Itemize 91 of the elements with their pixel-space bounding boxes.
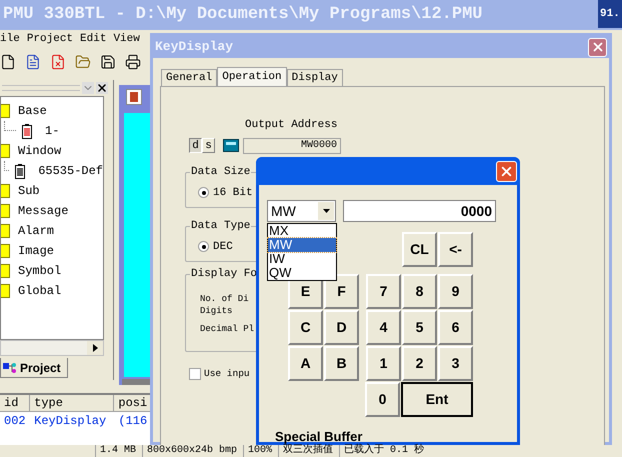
keypad-key[interactable]: A <box>288 346 323 381</box>
field-label: No. of Di <box>200 292 249 304</box>
tree-item[interactable]: Global <box>18 282 62 300</box>
app-icon <box>126 89 142 105</box>
tree-item[interactable]: Message <box>18 202 68 220</box>
window-title: PMU 330BTL - D:\My Documents\My Programs\12.PMU <box>3 4 482 26</box>
table-cell-text: 002 <box>3 413 27 430</box>
value-display: 0000 <box>343 200 496 222</box>
field-label: Digits <box>200 304 232 316</box>
panel-tab[interactable]: Project <box>0 358 68 378</box>
delete-file-icon[interactable] <box>50 54 66 70</box>
folder-icon <box>1 224 10 238</box>
dropdown-option[interactable]: IW <box>268 252 336 266</box>
tree-connector <box>4 121 16 131</box>
mode-toggle[interactable]: s <box>202 138 215 153</box>
keypad-key[interactable]: 7 <box>366 274 401 309</box>
table-cell-text: KeyDisplay <box>33 413 108 430</box>
tree-item[interactable]: Window <box>18 142 62 160</box>
menu-item[interactable]: View <box>113 30 140 48</box>
close-button[interactable] <box>588 38 607 56</box>
tree-item[interactable]: Symbol <box>18 262 62 280</box>
address-field[interactable]: MW0000 <box>243 138 341 154</box>
keypad-key[interactable]: <- <box>438 232 473 267</box>
checkbox[interactable] <box>189 368 201 380</box>
folder-icon <box>1 264 10 278</box>
keypad-key[interactable]: 3 <box>438 346 473 381</box>
keypad-key[interactable]: Ent <box>401 382 473 417</box>
tree-item[interactable]: Image <box>18 242 54 260</box>
field-label: Decimal Pl <box>200 322 254 334</box>
tree-connector <box>4 161 10 171</box>
checkbox-label: Use inpu <box>204 366 250 380</box>
new-file-icon[interactable] <box>0 54 16 70</box>
tab[interactable]: Operation <box>217 67 287 87</box>
close-icon[interactable] <box>96 82 108 94</box>
open-folder-icon[interactable] <box>75 54 91 70</box>
folder-icon <box>1 204 10 218</box>
keypad-key[interactable]: F <box>324 274 359 309</box>
keypad-key[interactable]: CL <box>402 232 437 267</box>
keypad-key[interactable]: C <box>288 310 323 345</box>
folder-icon <box>1 144 10 158</box>
keypad-key[interactable]: 0 <box>365 382 400 417</box>
keypad-icon[interactable] <box>223 139 239 152</box>
close-button[interactable] <box>496 160 517 182</box>
group-label: Display Fo <box>190 266 258 280</box>
dropdown-arrow-icon <box>322 209 330 213</box>
corner-badge: 91. <box>598 0 622 28</box>
radio-button[interactable] <box>198 241 209 252</box>
status-text: 1.4 MB <box>95 445 136 457</box>
tab[interactable]: General <box>161 69 218 86</box>
field-label: Output Address <box>245 118 338 133</box>
keypad-key[interactable]: D <box>324 310 359 345</box>
radio-label: 16 Bit <box>213 186 253 200</box>
tree-item[interactable]: Base <box>18 102 47 120</box>
horizontal-scrollbar[interactable] <box>0 340 104 356</box>
diagram-icon <box>3 362 17 373</box>
dropdown-option[interactable]: MW <box>268 238 336 252</box>
dialog-title: KeyDisplay <box>155 38 234 56</box>
keypad-key[interactable]: 1 <box>366 346 401 381</box>
keypad-key[interactable]: 9 <box>438 274 473 309</box>
mode-toggle[interactable]: d <box>189 138 202 153</box>
tree-item[interactable]: 65535-Def <box>38 162 103 180</box>
group-label: Data Type <box>190 218 252 232</box>
folder-icon <box>1 184 10 198</box>
tree-item[interactable]: Alarm <box>18 222 54 240</box>
address-type-combo[interactable]: MW <box>267 200 336 222</box>
tree-item[interactable]: 1- <box>45 122 60 140</box>
tree-item[interactable]: Sub <box>18 182 40 200</box>
keypad-key[interactable]: B <box>324 346 359 381</box>
radio-label: DEC <box>213 240 233 254</box>
menu-item[interactable]: Edit <box>80 30 106 48</box>
column-header[interactable]: id <box>0 395 30 412</box>
close-icon <box>590 40 604 54</box>
keypad-key[interactable]: 5 <box>402 310 437 345</box>
keypad-key[interactable]: 4 <box>366 310 401 345</box>
menu-item[interactable]: Project <box>26 30 74 48</box>
keypad-key[interactable]: 6 <box>438 310 473 345</box>
save-icon[interactable] <box>100 54 116 70</box>
menu-item[interactable]: ile <box>0 30 20 48</box>
folder-icon <box>1 244 10 258</box>
table-cell-text: (116 <box>117 413 148 430</box>
printer-icon[interactable] <box>125 54 141 70</box>
folder-icon <box>1 284 10 298</box>
folder-icon <box>1 104 10 118</box>
dropdown-option[interactable]: MX <box>268 224 336 238</box>
keypad-key[interactable]: 2 <box>402 346 437 381</box>
tab[interactable]: Display <box>286 69 343 86</box>
right-arrow-icon[interactable] <box>92 344 98 352</box>
keypad-key[interactable]: 8 <box>402 274 437 309</box>
radio-button[interactable] <box>198 187 209 198</box>
section-label: Special Buffer <box>274 428 362 444</box>
column-header[interactable]: type <box>30 395 114 412</box>
